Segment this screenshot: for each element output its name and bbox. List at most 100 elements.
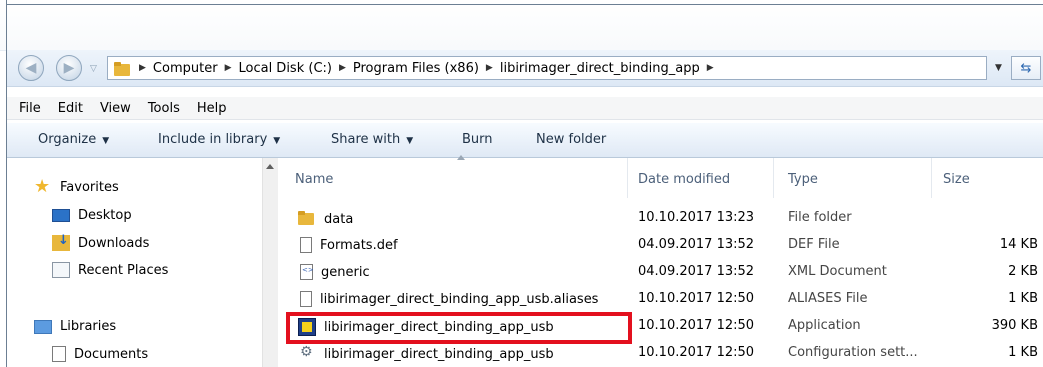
include-in-library-button[interactable]: Include in library ▼ xyxy=(158,132,280,147)
file-date: 04.09.2017 13:52 xyxy=(638,237,755,252)
burn-label: Burn xyxy=(462,132,493,147)
explorer-window: ◀ ▶ ▽ ▶ Computer ▶ Local Disk (C:) ▶ Pro… xyxy=(0,0,1043,367)
file-size: 14 KB xyxy=(999,237,1038,252)
file-name: data xyxy=(324,211,354,227)
sidebar-item-label: Documents xyxy=(74,346,149,362)
sort-ascending-icon xyxy=(457,155,465,160)
breadcrumb-local-disk[interactable]: Local Disk (C:) xyxy=(238,61,331,76)
file-type: Application xyxy=(788,318,861,333)
file-type: ALIASES File xyxy=(788,291,868,306)
breadcrumb-arrow-icon[interactable]: ▶ xyxy=(139,63,146,73)
file-name: Formats.def xyxy=(320,237,398,253)
file-date: 10.10.2017 12:50 xyxy=(638,345,755,360)
sidebar-item-downloads[interactable]: Downloads xyxy=(52,233,150,251)
file-name: libirimager_direct_binding_app_usb.alias… xyxy=(320,291,599,307)
breadcrumb-program-files[interactable]: Program Files (x86) xyxy=(353,61,479,76)
column-divider[interactable] xyxy=(931,158,932,198)
file-icon xyxy=(300,237,312,253)
file-row[interactable]: data 10.10.2017 13:23 File folder xyxy=(278,205,1043,232)
sidebar-item-documents[interactable]: Documents xyxy=(52,346,148,362)
file-row[interactable]: libirimager_direct_binding_app_usb 10.10… xyxy=(278,340,1043,367)
file-name: generic xyxy=(321,264,370,280)
column-header-size[interactable]: Size xyxy=(943,172,970,187)
file-icon xyxy=(300,291,312,307)
include-in-library-label: Include in library xyxy=(158,132,268,147)
breadcrumb-arrow-icon[interactable]: ▶ xyxy=(225,63,232,73)
window-title-area xyxy=(0,0,1043,51)
folder-icon xyxy=(298,210,316,228)
column-divider[interactable] xyxy=(627,158,628,198)
documents-icon xyxy=(52,346,66,362)
column-header-date-modified[interactable]: Date modified xyxy=(638,172,730,187)
menu-file[interactable]: File xyxy=(19,101,41,116)
navigation-bar: ◀ ▶ ▽ ▶ Computer ▶ Local Disk (C:) ▶ Pro… xyxy=(7,50,1043,87)
file-type: Configuration sett... xyxy=(788,345,918,360)
folder-icon xyxy=(114,61,132,76)
organize-label: Organize xyxy=(38,132,97,147)
back-button[interactable]: ◀ xyxy=(18,55,44,81)
sidebar-favorites[interactable]: Favorites xyxy=(34,176,119,197)
column-header-type[interactable]: Type xyxy=(788,172,818,187)
chevron-down-icon: ▼ xyxy=(406,136,414,146)
column-header-name[interactable]: Name xyxy=(295,172,333,187)
config-file-icon xyxy=(298,344,316,363)
libraries-label: Libraries xyxy=(60,319,117,334)
back-arrow-icon: ◀ xyxy=(25,60,37,76)
menu-view[interactable]: View xyxy=(100,101,131,116)
menu-help[interactable]: Help xyxy=(197,101,227,116)
file-name-cell[interactable]: data xyxy=(298,210,353,228)
address-bar[interactable]: ▶ Computer ▶ Local Disk (C:) ▶ Program F… xyxy=(107,56,987,80)
file-row[interactable]: libirimager_direct_binding_app_usb.alias… xyxy=(278,286,1043,313)
sidebar-item-recent-places[interactable]: Recent Places xyxy=(52,262,168,278)
breadcrumb-arrow-icon[interactable]: ▶ xyxy=(707,63,714,73)
file-size: 390 KB xyxy=(991,318,1038,333)
sidebar-item-desktop[interactable]: Desktop xyxy=(52,208,132,223)
highlight-box xyxy=(286,312,632,344)
desktop-icon xyxy=(52,209,70,222)
file-type: File folder xyxy=(788,210,852,225)
navigation-pane: Favorites Desktop Downloads Recent Place… xyxy=(7,158,271,367)
file-name-cell[interactable]: libirimager_direct_binding_app_usb.alias… xyxy=(298,291,598,307)
file-date: 10.10.2017 12:50 xyxy=(638,291,755,306)
sidebar-item-label: Recent Places xyxy=(78,262,169,278)
share-with-label: Share with xyxy=(331,132,401,147)
new-folder-label: New folder xyxy=(536,132,607,147)
file-name-cell[interactable]: generic xyxy=(298,264,370,280)
menu-edit[interactable]: Edit xyxy=(58,101,83,116)
address-dropdown-icon[interactable]: ▼ xyxy=(995,63,1002,73)
burn-button[interactable]: Burn xyxy=(462,132,493,147)
new-folder-button[interactable]: New folder xyxy=(536,132,606,147)
breadcrumb-arrow-icon[interactable]: ▶ xyxy=(339,63,346,73)
recent-places-icon xyxy=(52,262,70,278)
menu-tools[interactable]: Tools xyxy=(148,101,180,116)
refresh-button[interactable]: ⇆ xyxy=(1011,56,1041,80)
downloads-icon xyxy=(52,233,70,251)
refresh-icon: ⇆ xyxy=(1020,60,1032,76)
file-type: DEF File xyxy=(788,237,840,252)
column-divider[interactable] xyxy=(773,158,774,198)
file-size: 1 KB xyxy=(1008,291,1038,306)
scroll-up-arrow-icon[interactable] xyxy=(266,164,274,169)
favorites-label: Favorites xyxy=(60,179,119,195)
forward-button[interactable]: ▶ xyxy=(56,55,82,81)
file-name-cell[interactable]: libirimager_direct_binding_app_usb xyxy=(298,344,554,363)
chevron-down-icon: ▼ xyxy=(273,136,281,146)
menu-bar: File Edit View Tools Help xyxy=(7,97,1043,120)
share-with-button[interactable]: Share with ▼ xyxy=(331,132,413,147)
breadcrumb-arrow-icon[interactable]: ▶ xyxy=(486,63,493,73)
sidebar-libraries[interactable]: Libraries xyxy=(34,319,116,334)
command-bar: Organize ▼ Include in library ▼ Share with… xyxy=(7,123,1043,158)
organize-button[interactable]: Organize ▼ xyxy=(38,132,109,147)
file-name-cell[interactable]: Formats.def xyxy=(298,237,398,253)
xml-file-icon xyxy=(300,264,314,280)
file-row[interactable]: Formats.def 04.09.2017 13:52 DEF File 14… xyxy=(278,232,1043,259)
sidebar-item-label: Downloads xyxy=(78,235,150,251)
recent-locations-dropdown-icon[interactable]: ▽ xyxy=(90,64,100,74)
navigation-pane-scrollbar[interactable] xyxy=(262,158,278,367)
breadcrumb-computer[interactable]: Computer xyxy=(153,61,218,76)
file-date: 04.09.2017 13:52 xyxy=(638,264,755,279)
forward-arrow-icon: ▶ xyxy=(63,60,75,76)
breadcrumb-current-folder[interactable]: libirimager_direct_binding_app xyxy=(500,61,700,76)
file-row[interactable]: generic 04.09.2017 13:52 XML Document 2 … xyxy=(278,259,1043,286)
file-date: 10.10.2017 13:23 xyxy=(638,210,755,225)
